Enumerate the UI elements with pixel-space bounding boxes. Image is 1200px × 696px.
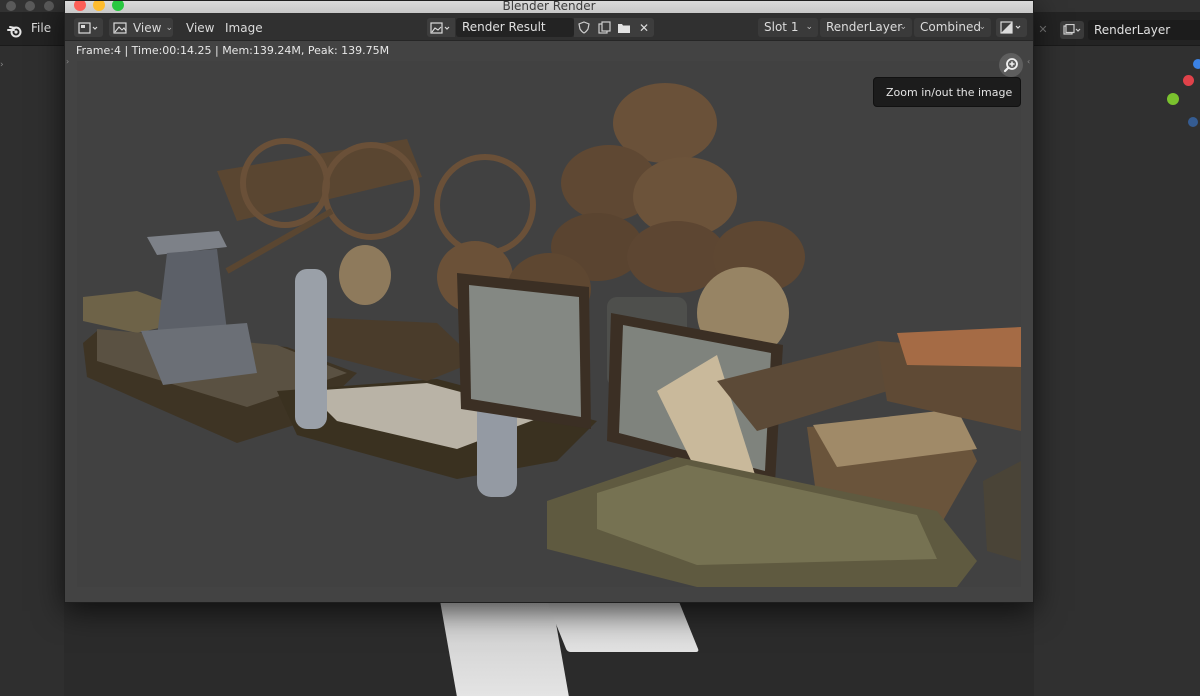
color-alpha-icon	[999, 21, 1020, 34]
toolbar-toggle-icon[interactable]: ›	[66, 57, 69, 66]
main-right-area	[1034, 46, 1200, 696]
display-channels-button[interactable]	[996, 18, 1027, 37]
minimize-traffic-light[interactable]	[93, 1, 105, 11]
image-browse-icon	[430, 21, 450, 34]
open-folder-icon[interactable]	[614, 18, 634, 37]
image-editor-icon	[77, 21, 97, 34]
maximize-traffic-light[interactable]	[112, 1, 124, 11]
main-left-area	[0, 46, 64, 696]
render-layer-dropdown[interactable]: RenderLayer ⌄	[820, 18, 912, 37]
left-panel-toggle-icon[interactable]: ›	[0, 60, 4, 70]
browse-image-button[interactable]	[427, 18, 455, 37]
view-mode-dropdown[interactable]: View ⌄	[109, 18, 173, 37]
viewport-floor-slab	[439, 596, 569, 696]
render-window: Blender Render View ⌄ View Image Render …	[64, 0, 1034, 603]
viewport-floor-slab	[544, 596, 700, 652]
file-menu[interactable]: File	[31, 21, 51, 35]
render-stats-text: Frame:4 | Time:00:14.25 | Mem:139.24M, P…	[76, 44, 390, 57]
chevron-down-icon: ⌄	[805, 22, 813, 32]
zoom-tooltip: Zoom in/out the image	[873, 77, 1021, 107]
chevron-down-icon: ⌄	[165, 22, 173, 33]
axis-x-dot[interactable]	[1183, 75, 1194, 86]
main-maximize-traffic-light[interactable]	[44, 1, 54, 11]
unlink-image-close-icon[interactable]: ✕	[634, 18, 654, 37]
scene-icon[interactable]	[1060, 21, 1084, 39]
duplicate-image-icon[interactable]	[594, 18, 614, 37]
axis-neg-x-dot[interactable]	[1188, 117, 1198, 127]
render-layer-label: RenderLayer	[826, 20, 903, 34]
render-pass-label: Combined	[920, 20, 981, 34]
main-close-traffic-light[interactable]	[6, 1, 16, 11]
render-pass-dropdown[interactable]: Combined ⌄	[914, 18, 991, 37]
image-view-icon	[113, 21, 127, 34]
close-traffic-light[interactable]	[74, 1, 86, 11]
chevron-down-icon: ⌄	[978, 22, 986, 32]
image-name-field[interactable]: Render Result	[456, 18, 574, 37]
view-layer-field[interactable]: RenderLayer	[1088, 20, 1200, 40]
view-menu[interactable]: View	[186, 21, 214, 35]
editor-type-button[interactable]	[74, 18, 103, 37]
blender-logo-icon[interactable]	[6, 22, 24, 40]
render-result-image	[77, 61, 1021, 587]
image-editor-header: View ⌄ View Image Render Result ✕ Slot 1…	[65, 13, 1033, 41]
chevron-down-icon: ⌄	[899, 22, 907, 32]
zoom-button[interactable]	[999, 53, 1023, 77]
slot-dropdown[interactable]: Slot 1 ⌄	[758, 18, 818, 37]
sidebar-toggle-icon[interactable]: ‹	[1027, 57, 1030, 66]
axis-y-dot[interactable]	[1167, 93, 1179, 105]
image-editor-viewport[interactable]: › ‹ Frame:4 | Time:00:14.25 | Mem:139.24…	[65, 41, 1033, 602]
fake-user-shield-icon[interactable]	[574, 18, 594, 37]
view-mode-label: View	[132, 20, 162, 35]
zoom-magnifier-icon	[1003, 58, 1018, 73]
image-menu[interactable]: Image	[225, 21, 263, 35]
main-minimize-traffic-light[interactable]	[25, 1, 35, 11]
render-window-titlebar: Blender Render	[65, 1, 1033, 13]
render-window-title: Blender Render	[502, 1, 596, 13]
close-icon[interactable]: ✕	[1036, 23, 1050, 37]
slot-label: Slot 1	[764, 20, 799, 34]
axis-z-dot[interactable]	[1193, 59, 1200, 69]
